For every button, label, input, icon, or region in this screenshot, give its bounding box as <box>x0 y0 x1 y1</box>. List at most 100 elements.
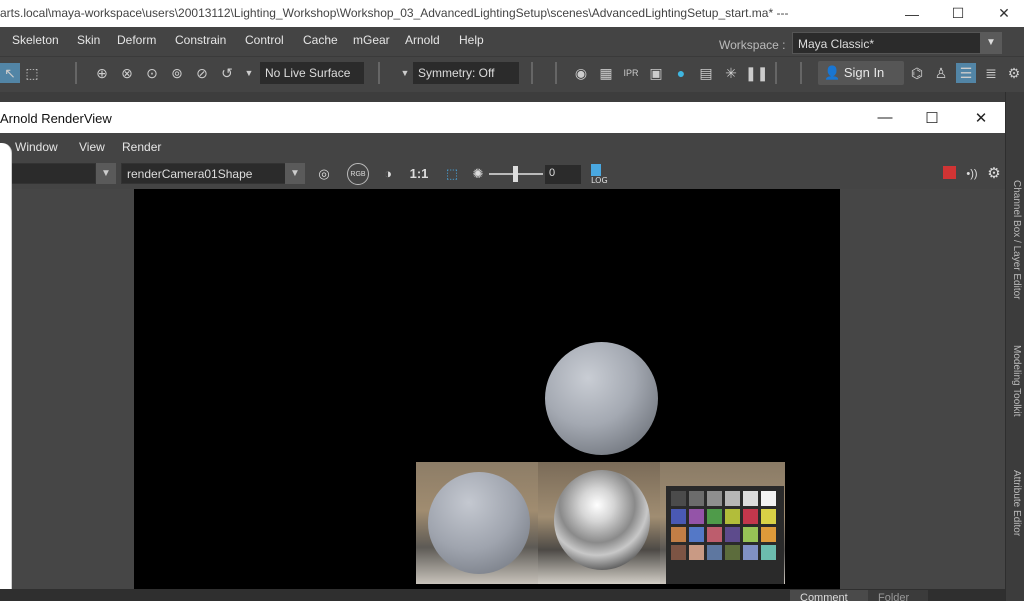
color-chip <box>671 509 686 524</box>
lasso-select-icon[interactable]: ⬚ <box>22 63 42 83</box>
chevron-down-icon[interactable]: ▼ <box>239 63 259 83</box>
pause-icon[interactable]: ❚❚ <box>745 63 768 83</box>
ipr-render-icon[interactable]: IPR <box>621 63 641 83</box>
rgb-channel-icon[interactable]: RGB <box>347 163 369 185</box>
chevron-down-icon[interactable]: ▼ <box>980 32 1002 54</box>
camera-select[interactable]: renderCamera01Shape <box>121 163 286 184</box>
stop-render-button[interactable] <box>943 166 956 179</box>
tab-folder[interactable]: Folder <box>868 590 928 601</box>
snap-grid-icon[interactable]: ⊕ <box>92 63 112 83</box>
menu-skin[interactable]: Skin <box>77 33 100 47</box>
viewport-margin-left <box>0 189 134 601</box>
color-chip <box>707 527 722 542</box>
select-tool-icon[interactable]: ↖ <box>0 63 20 83</box>
reference-image <box>416 462 785 584</box>
human-ik-icon[interactable]: ♙ <box>931 63 951 83</box>
toolbar-divider <box>555 62 557 84</box>
region-render-icon[interactable]: ◎ <box>313 163 335 185</box>
renderview-minimize-button[interactable]: — <box>860 102 910 133</box>
maya-close-button[interactable]: ✕ <box>982 0 1024 27</box>
color-chip <box>689 545 704 560</box>
sign-in-label: Sign In <box>843 65 885 80</box>
snap-surface-icon[interactable]: ⊘ <box>192 63 212 83</box>
snap-view-icon[interactable]: ⊚ <box>167 63 187 83</box>
color-chip <box>671 527 686 542</box>
menu-help[interactable]: Help <box>459 33 484 47</box>
render-frame-icon[interactable]: ▦ <box>596 63 616 83</box>
maya-maximize-button[interactable]: ☐ <box>936 0 980 27</box>
tool-settings-icon[interactable]: ⚙ <box>1004 63 1024 83</box>
gear-icon[interactable]: ⚙ <box>983 163 1005 185</box>
menu-constrain[interactable]: Constrain <box>175 33 226 47</box>
snap-curve-icon[interactable]: ⊗ <box>117 63 137 83</box>
menu-skeleton[interactable]: Skeleton <box>12 33 59 47</box>
menu-mgear[interactable]: mGear <box>353 33 390 47</box>
exposure-icon[interactable]: ✺ <box>467 163 489 185</box>
attribute-editor-tab[interactable]: Attribute Editor <box>1008 470 1022 536</box>
color-chip <box>725 509 740 524</box>
attribute-editor-icon[interactable]: ≣ <box>981 63 1001 83</box>
menu-control[interactable]: Control <box>245 33 284 47</box>
light-editor-icon[interactable]: ✳ <box>721 63 741 83</box>
snap-vertex-icon[interactable]: ↺ <box>217 63 237 83</box>
toolbar-divider <box>378 62 380 84</box>
debug-shading-icon[interactable]: •)) <box>961 163 983 185</box>
reference-chrome-ball <box>554 470 650 570</box>
log-label: LOG <box>591 176 608 185</box>
log-view-icon[interactable]: LOG <box>589 163 611 185</box>
color-chip <box>689 527 704 542</box>
toolbar-divider <box>75 62 77 84</box>
workspace-label: Workspace : <box>719 38 786 52</box>
chevron-down-icon[interactable]: ▼ <box>96 163 116 184</box>
renderview-menu-render[interactable]: Render <box>122 140 161 154</box>
color-checker-chart <box>666 486 784 584</box>
menu-deform[interactable]: Deform <box>117 33 156 47</box>
menu-cache[interactable]: Cache <box>303 33 338 47</box>
color-chip <box>761 509 776 524</box>
background-window-edge <box>0 143 12 601</box>
reference-grey-ball <box>428 472 530 574</box>
renderview-maximize-button[interactable]: ☐ <box>907 102 957 133</box>
menu-arnold[interactable]: Arnold <box>405 33 440 47</box>
shelf-tabs <box>0 92 1024 102</box>
zoom-one-to-one-button[interactable]: 1:1 <box>407 163 431 185</box>
renderview-menu-window[interactable]: Window <box>15 140 58 154</box>
viewport-margin-right <box>840 189 1005 601</box>
chevron-down-icon[interactable]: ▼ <box>285 163 305 184</box>
color-chip <box>707 509 722 524</box>
color-chip <box>761 527 776 542</box>
color-chip <box>743 491 758 506</box>
chevron-down-icon[interactable]: ▼ <box>395 63 415 83</box>
channel-box-icon[interactable]: ☰ <box>956 63 976 83</box>
color-chip <box>725 491 740 506</box>
render-setup-icon[interactable]: ▤ <box>696 63 716 83</box>
symmetry-field[interactable]: Symmetry: Off <box>413 62 519 84</box>
live-surface-field[interactable]: No Live Surface <box>260 62 364 84</box>
color-chip <box>707 491 722 506</box>
tab-comment[interactable]: Comment <box>790 590 868 601</box>
alpha-channel-icon[interactable]: ◑ <box>377 163 399 185</box>
channel-box-tab[interactable]: Channel Box / Layer Editor <box>1008 180 1022 300</box>
maya-minimize-button[interactable]: — <box>890 0 934 27</box>
aov-select[interactable]: y <box>0 163 96 184</box>
render-settings-icon[interactable]: ▣ <box>646 63 666 83</box>
renderview-close-button[interactable]: ✕ <box>956 102 1006 133</box>
color-chip <box>743 545 758 560</box>
exposure-slider-handle[interactable] <box>513 166 518 182</box>
rendered-grey-sphere <box>545 342 658 455</box>
hypershade-icon[interactable]: ● <box>671 63 691 83</box>
color-chip <box>743 509 758 524</box>
workspace-select[interactable]: Maya Classic* <box>792 32 1002 54</box>
modeling-toolkit-tab[interactable]: Modeling Toolkit <box>1008 345 1022 417</box>
crop-region-icon[interactable]: ⬚ <box>441 163 463 185</box>
color-chip <box>689 491 704 506</box>
snap-point-icon[interactable]: ⊙ <box>142 63 162 83</box>
color-chip <box>725 545 740 560</box>
modeling-toolkit-icon[interactable]: ⌬ <box>907 63 927 83</box>
render-view-icon[interactable]: ◉ <box>571 63 591 83</box>
exposure-value-field[interactable]: 0 <box>545 165 581 184</box>
maya-title-bar: arts.local\maya-workspace\users\20013112… <box>0 0 1024 27</box>
renderview-menu-view[interactable]: View <box>79 140 105 154</box>
sign-in-button[interactable]: 👤 Sign In <box>818 61 904 85</box>
color-chip <box>761 545 776 560</box>
